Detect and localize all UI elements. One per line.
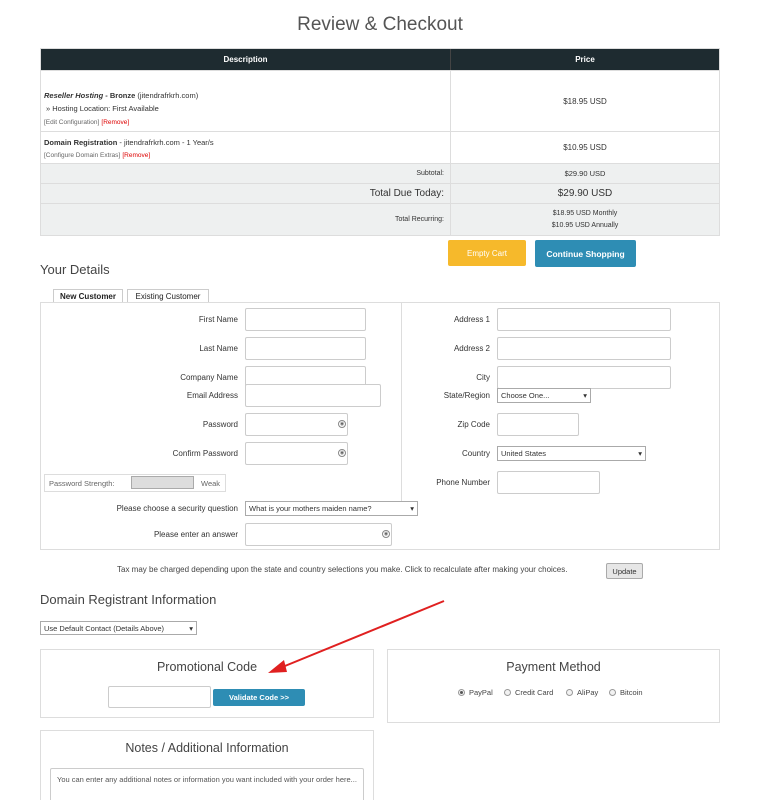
annotation-arrow-icon [268,600,445,673]
annotation-arrow-line [279,600,445,669]
annotation-arrow-head [268,660,287,673]
